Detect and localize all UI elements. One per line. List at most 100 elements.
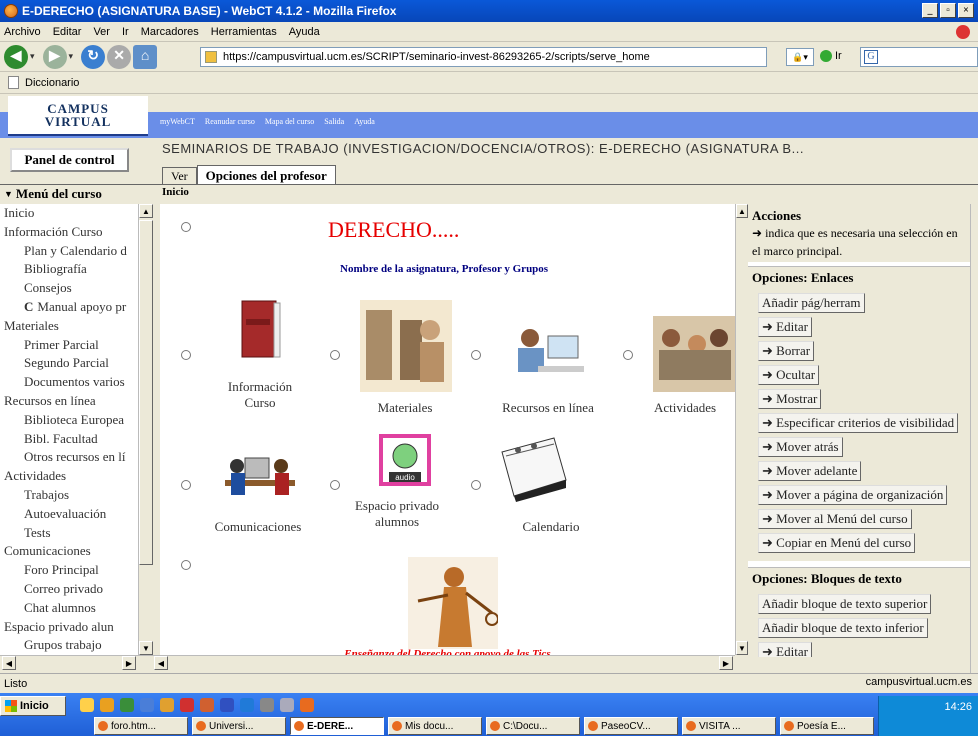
forward-arrow-icon[interactable]: ▶ xyxy=(42,44,67,69)
select-radio-title[interactable] xyxy=(181,222,191,232)
action-button[interactable]: Añadir bloque de texto superior xyxy=(758,594,932,614)
link-ayuda[interactable]: Ayuda xyxy=(354,117,375,126)
tile-informacion-curso[interactable]: Información Curso xyxy=(212,379,308,411)
quicklaunch-icon-3[interactable] xyxy=(120,698,134,712)
select-radio-comunicaciones[interactable] xyxy=(181,480,191,490)
select-radio-materiales[interactable] xyxy=(330,350,340,360)
breadcrumb[interactable]: Inicio xyxy=(162,186,189,198)
course-menu-item[interactable]: Plan y Calendario d xyxy=(4,242,138,261)
menu-archivo[interactable]: Archivo xyxy=(4,26,41,38)
main-scroll-right-arrow-icon[interactable]: ▶ xyxy=(719,656,733,670)
collapse-triangle-icon[interactable]: ▼ xyxy=(4,189,13,199)
taskbar-item[interactable]: Poesía E... xyxy=(780,717,874,735)
main-scrollbar[interactable]: ▲ ▼ xyxy=(735,204,748,655)
tile-calendario[interactable]: Calendario xyxy=(496,519,606,535)
course-menu-item[interactable]: Grupos trabajo xyxy=(4,636,138,655)
quicklaunch-icon-4[interactable] xyxy=(140,698,154,712)
tile-comunicaciones[interactable]: Comunicaciones xyxy=(200,519,316,535)
minimize-button[interactable]: _ xyxy=(922,3,938,18)
menu-herramientas[interactable]: Herramientas xyxy=(211,26,277,38)
taskbar-item[interactable]: foro.htm... xyxy=(94,717,188,735)
security-lock-icon[interactable]: 🔒▾ xyxy=(786,48,814,66)
action-button[interactable]: ➜ Borrar xyxy=(758,341,815,361)
action-button[interactable]: ➜ Mover a página de organización xyxy=(758,485,948,505)
course-menu-item[interactable]: Bibliografía xyxy=(4,260,138,279)
link-salida[interactable]: Salida xyxy=(324,117,344,126)
course-menu-item[interactable]: Tests xyxy=(4,524,138,543)
scroll-up-arrow-icon[interactable]: ▲ xyxy=(139,204,153,218)
taskbar-item[interactable]: Universi... xyxy=(192,717,286,735)
course-menu-item[interactable]: Primer Parcial xyxy=(4,336,138,355)
course-menu-item[interactable]: Recursos en línea xyxy=(4,392,138,411)
course-menu-item[interactable]: Inicio xyxy=(4,204,138,223)
select-radio-informacion[interactable] xyxy=(181,350,191,360)
taskbar-item[interactable]: VISITA ... xyxy=(682,717,776,735)
select-radio-espacio[interactable] xyxy=(330,480,340,490)
scroll-right-arrow-icon[interactable]: ▶ xyxy=(122,656,136,670)
scroll-thumb[interactable] xyxy=(139,220,153,565)
main-scroll-down-arrow-icon[interactable]: ▼ xyxy=(736,641,748,655)
action-button[interactable]: ➜ Copiar en Menú del curso xyxy=(758,533,916,553)
taskbar-item[interactable]: C:\Docu... xyxy=(486,717,580,735)
select-radio-footer[interactable] xyxy=(181,560,191,570)
panel-de-control-button[interactable]: Panel de control xyxy=(10,148,129,172)
quicklaunch-icon-9[interactable] xyxy=(240,698,254,712)
forward-dropdown-icon[interactable]: ▾ xyxy=(69,51,74,62)
quicklaunch-icon-1[interactable] xyxy=(80,698,94,712)
campus-virtual-logo[interactable]: CAMPUS VIRTUAL xyxy=(8,96,148,136)
quicklaunch-icon-8[interactable] xyxy=(220,698,234,712)
system-clock[interactable]: 14:26 xyxy=(878,696,978,736)
action-button[interactable]: Añadir pág/herram xyxy=(758,293,865,313)
action-button[interactable]: ➜ Ocultar xyxy=(758,365,820,385)
course-menu-item[interactable]: Actividades xyxy=(4,467,138,486)
main-scroll-up-arrow-icon[interactable]: ▲ xyxy=(736,204,748,218)
close-button[interactable]: × xyxy=(958,3,974,18)
course-menu-item[interactable]: Autoevaluación xyxy=(4,505,138,524)
course-menu-item[interactable]: Segundo Parcial xyxy=(4,354,138,373)
online-resources-icon[interactable] xyxy=(508,310,588,386)
maximize-button[interactable]: ▫ xyxy=(940,3,956,18)
quicklaunch-icon-10[interactable] xyxy=(260,698,274,712)
quicklaunch-icon-5[interactable] xyxy=(160,698,174,712)
main-hscrollbar[interactable]: ◀ ▶ xyxy=(152,655,735,670)
quicklaunch-icon-12[interactable] xyxy=(300,698,314,712)
reload-icon[interactable]: ↻ xyxy=(81,44,106,69)
quicklaunch-icon-2[interactable] xyxy=(100,698,114,712)
url-bar[interactable]: https://campusvirtual.ucm.es/SCRIPT/semi… xyxy=(200,47,767,67)
tab-opciones-profesor[interactable]: Opciones del profesor xyxy=(196,165,336,185)
course-menu-scrollbar[interactable]: ▲ ▼ xyxy=(138,204,153,655)
select-radio-calendario[interactable] xyxy=(471,480,481,490)
course-menu-item[interactable]: C Manual apoyo pr xyxy=(4,298,138,317)
course-menu-item[interactable]: Trabajos xyxy=(4,486,138,505)
course-menu-item[interactable]: Espacio privado alun xyxy=(4,618,138,637)
tab-ver[interactable]: Ver xyxy=(162,167,197,185)
tile-materiales[interactable]: Materiales xyxy=(350,400,460,416)
action-button[interactable]: Añadir bloque de texto inferior xyxy=(758,618,928,638)
course-menu-hscrollbar[interactable]: ◀ ▶ xyxy=(0,655,152,670)
action-button[interactable]: ➜ Especificar criterios de visibilidad xyxy=(758,413,959,433)
menu-ver[interactable]: Ver xyxy=(93,26,110,38)
back-dropdown-icon[interactable]: ▾ xyxy=(30,51,35,62)
action-button[interactable]: ➜ Mover al Menú del curso xyxy=(758,509,912,529)
course-menu-item[interactable]: Comunicaciones xyxy=(4,542,138,561)
audio-private-space-icon[interactable]: audio xyxy=(379,434,431,486)
select-radio-recursos[interactable] xyxy=(471,350,481,360)
link-mapa-curso[interactable]: Mapa del curso xyxy=(265,117,314,126)
course-menu-header[interactable]: ▼ Menú del curso xyxy=(0,185,150,203)
menu-marcadores[interactable]: Marcadores xyxy=(141,26,199,38)
stop-icon[interactable]: ✕ xyxy=(107,44,132,69)
quicklaunch-icon-7[interactable] xyxy=(200,698,214,712)
scroll-down-arrow-icon[interactable]: ▼ xyxy=(139,641,153,655)
select-radio-actividades[interactable] xyxy=(623,350,633,360)
action-button[interactable]: ➜ Editar xyxy=(758,317,812,337)
menu-ayuda[interactable]: Ayuda xyxy=(289,26,320,38)
course-menu-item[interactable]: Correo privado xyxy=(4,580,138,599)
scroll-left-arrow-icon[interactable]: ◀ xyxy=(2,656,16,670)
activities-photo-icon[interactable] xyxy=(653,316,735,392)
tile-recursos-en-linea[interactable]: Recursos en línea xyxy=(493,400,603,416)
actions-scrollbar[interactable] xyxy=(970,204,978,673)
calendar-icon[interactable] xyxy=(496,432,568,504)
course-menu-item[interactable]: Materiales xyxy=(4,317,138,336)
course-menu-item[interactable]: Biblioteca Europea xyxy=(4,411,138,430)
search-input[interactable]: G xyxy=(860,47,978,67)
